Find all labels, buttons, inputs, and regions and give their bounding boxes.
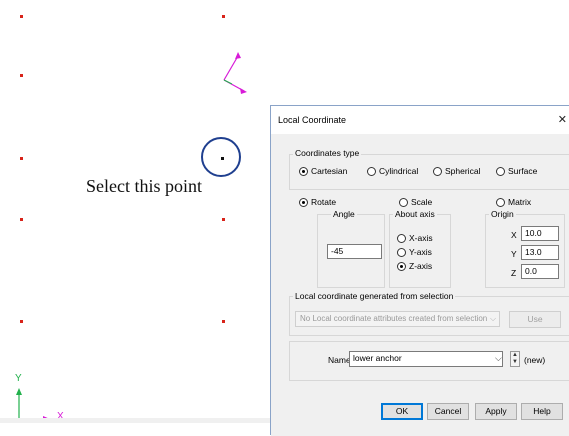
target-point[interactable]	[221, 157, 224, 160]
axis-y-label: Y	[15, 373, 22, 384]
name-label: Name	[328, 355, 351, 365]
about-axis-label: About axis	[393, 209, 437, 219]
radio-y-axis[interactable]: Y-axis	[397, 247, 432, 257]
radio-matrix-label: Matrix	[508, 197, 532, 207]
apply-button[interactable]: Apply	[475, 403, 517, 420]
selection-combo[interactable]: No Local coordinate attributes created f…	[295, 311, 500, 327]
help-button[interactable]: Help	[521, 403, 563, 420]
selection-combo-value: No Local coordinate attributes created f…	[300, 314, 488, 323]
origin-x-input[interactable]: 10.0	[521, 226, 559, 241]
name-combo[interactable]: lower anchor	[349, 351, 503, 367]
local-coordinate-dialog: Local Coordinate ✕ Coordinates type Cart…	[270, 105, 569, 436]
radio-x-axis-label: X-axis	[409, 233, 433, 243]
dialog-body: Coordinates type Cartesian Cylindrical S…	[271, 134, 569, 436]
radio-rotate[interactable]: Rotate	[299, 197, 336, 207]
coordinates-type-label: Coordinates type	[293, 148, 362, 158]
radio-surface-label: Surface	[508, 166, 538, 176]
ok-button[interactable]: OK	[381, 403, 423, 420]
radio-indicator	[399, 197, 408, 207]
radio-cylindrical[interactable]: Cylindrical	[367, 166, 418, 176]
origin-y-input[interactable]: 13.0	[521, 245, 559, 260]
origin-label: Origin	[489, 209, 516, 219]
name-spinner[interactable]: ▲ ▼	[510, 351, 520, 367]
radio-spherical-label: Spherical	[445, 166, 481, 176]
annotation-select-point: Select this point	[86, 176, 202, 196]
radio-cartesian[interactable]: Cartesian	[299, 166, 347, 176]
name-combo-value: lower anchor	[353, 353, 402, 363]
spin-up-icon[interactable]: ▲	[511, 352, 519, 359]
radio-z-axis[interactable]: Z-axis	[397, 261, 432, 271]
radio-y-axis-label: Y-axis	[409, 247, 432, 257]
radio-cylindrical-label: Cylindrical	[379, 166, 419, 176]
radio-x-axis[interactable]: X-axis	[397, 233, 433, 243]
name-new-indicator: (new)	[524, 355, 546, 365]
use-button[interactable]: Use	[509, 311, 561, 328]
chevron-down-icon[interactable]: ⌵	[495, 353, 502, 364]
radio-z-axis-label: Z-axis	[409, 261, 433, 271]
origin-z-label: Z	[511, 268, 517, 278]
radio-rotate-label: Rotate	[311, 197, 337, 207]
radio-surface[interactable]: Surface	[496, 166, 537, 176]
radio-indicator	[299, 166, 308, 176]
radio-indicator	[367, 166, 376, 176]
radio-scale[interactable]: Scale	[399, 197, 432, 207]
cancel-button[interactable]: Cancel	[427, 403, 469, 420]
radio-indicator	[299, 197, 308, 207]
radio-cartesian-label: Cartesian	[311, 166, 348, 176]
angle-input[interactable]: -45	[327, 244, 382, 259]
angle-label: Angle	[331, 209, 357, 219]
origin-z-input[interactable]: 0.0	[521, 264, 559, 279]
radio-indicator	[397, 247, 406, 257]
radio-indicator	[433, 166, 442, 176]
radio-indicator	[397, 261, 406, 271]
dialog-titlebar[interactable]: Local Coordinate ✕	[271, 106, 569, 134]
radio-spherical[interactable]: Spherical	[433, 166, 480, 176]
close-icon[interactable]: ✕	[558, 113, 567, 126]
origin-x-label: X	[511, 230, 517, 240]
radio-matrix[interactable]: Matrix	[496, 197, 531, 207]
radio-indicator	[496, 197, 505, 207]
origin-y-label: Y	[511, 249, 517, 259]
spin-down-icon[interactable]: ▼	[511, 359, 519, 366]
dialog-title: Local Coordinate	[278, 115, 347, 125]
radio-indicator	[397, 233, 406, 243]
selection-group-label: Local coordinate generated from selectio…	[293, 291, 456, 301]
radio-indicator	[496, 166, 505, 176]
radio-scale-label: Scale	[411, 197, 433, 207]
chevron-down-icon: ⌵	[490, 314, 497, 323]
